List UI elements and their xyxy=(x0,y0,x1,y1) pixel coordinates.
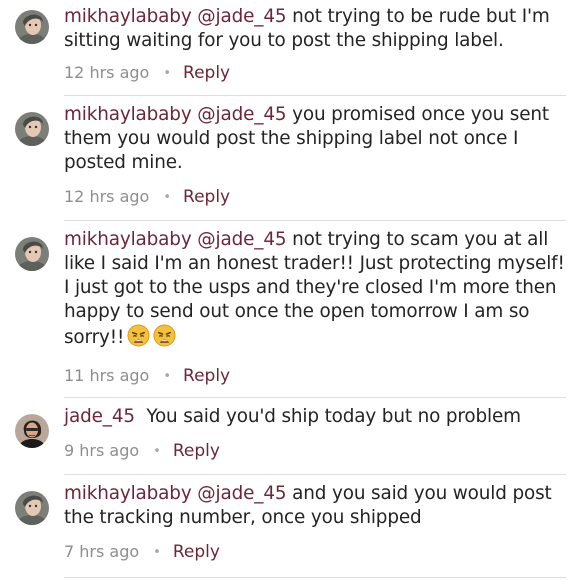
comment-body: mikhaylababy @jade_45 not trying to be r… xyxy=(64,5,566,53)
comment-body: mikhaylababy @jade_45 you promised once … xyxy=(64,103,566,175)
mention-link[interactable]: @jade_45 xyxy=(197,483,286,504)
weary-face-icon xyxy=(153,324,176,347)
separator-dot: • xyxy=(153,444,161,459)
avatar-girl-icon xyxy=(15,237,49,271)
separator-dot: • xyxy=(163,369,172,384)
comment-timestamp: 9 hrs ago xyxy=(64,441,140,460)
reply-button[interactable]: Reply xyxy=(173,441,220,461)
comment-body: mikhaylababy @jade_45 and you said you w… xyxy=(64,482,566,530)
divider xyxy=(64,577,566,578)
comment-meta: 11 hrs ago • Reply xyxy=(64,366,230,388)
avatar-girl-icon xyxy=(15,491,49,525)
avatar-girl-icon xyxy=(15,112,49,146)
divider xyxy=(64,95,566,96)
comment-text: You said you'd ship today but no problem xyxy=(134,406,521,427)
user-avatar[interactable] xyxy=(15,10,49,44)
comment-author-link[interactable]: mikhaylababy xyxy=(64,104,192,125)
user-avatar[interactable] xyxy=(15,112,49,146)
comment-author-link[interactable]: jade_45 xyxy=(64,406,135,427)
reply-button[interactable]: Reply xyxy=(183,187,230,207)
avatar-girl-icon xyxy=(15,10,49,44)
avatar-dark-hair-icon xyxy=(15,414,49,448)
comment-timestamp: 12 hrs ago xyxy=(64,63,150,82)
comment-author-link[interactable]: mikhaylababy xyxy=(64,6,192,27)
mention-link[interactable]: @jade_45 xyxy=(197,104,286,125)
comment-thread: mikhaylababy @jade_45 not trying to be r… xyxy=(0,0,580,580)
divider xyxy=(64,220,566,221)
reply-button[interactable]: Reply xyxy=(173,542,220,562)
user-avatar[interactable] xyxy=(15,491,49,525)
weary-face-icon xyxy=(127,324,150,347)
divider xyxy=(64,474,566,475)
comment-author-link[interactable]: mikhaylababy xyxy=(64,483,192,504)
mention-link[interactable]: @jade_45 xyxy=(197,229,286,250)
reply-button[interactable]: Reply xyxy=(183,366,230,386)
comment-timestamp: 12 hrs ago xyxy=(64,187,150,206)
user-avatar[interactable] xyxy=(15,414,49,448)
comment-timestamp: 11 hrs ago xyxy=(64,366,150,385)
comment-body: mikhaylababy @jade_45 not trying to scam… xyxy=(64,228,566,350)
comment-author-link[interactable]: mikhaylababy xyxy=(64,229,192,250)
user-avatar[interactable] xyxy=(15,237,49,271)
comment-meta: 12 hrs ago • Reply xyxy=(64,63,230,85)
comment-meta: 7 hrs ago • Reply xyxy=(64,542,220,564)
divider xyxy=(64,397,566,398)
separator-dot: • xyxy=(163,66,172,81)
comment-meta: 9 hrs ago • Reply xyxy=(64,441,220,463)
separator-dot: • xyxy=(163,190,172,205)
mention-link[interactable]: @jade_45 xyxy=(197,6,286,27)
comment-meta: 12 hrs ago • Reply xyxy=(64,187,230,209)
separator-dot: • xyxy=(153,545,161,560)
comment-body: jade_45 You said you'd ship today but no… xyxy=(64,405,566,429)
comment-timestamp: 7 hrs ago xyxy=(64,542,140,561)
reply-button[interactable]: Reply xyxy=(183,63,230,83)
